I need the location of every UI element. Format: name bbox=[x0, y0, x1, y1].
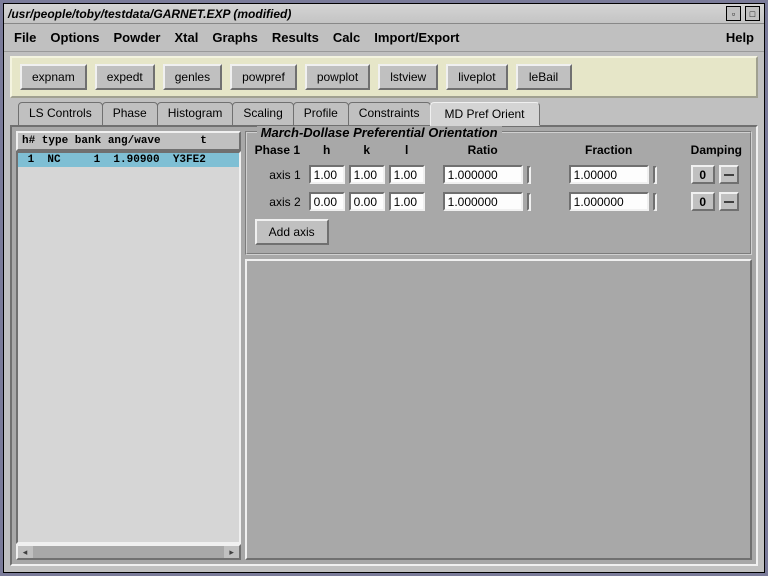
tab-scaling[interactable]: Scaling bbox=[232, 102, 293, 126]
lstview-button[interactable]: lstview bbox=[378, 64, 438, 90]
lebail-button[interactable]: leBail bbox=[516, 64, 572, 90]
hdr-damping: Damping bbox=[691, 143, 742, 157]
content-area: h# type bank ang/wave t 1 NC 1 1.90900 Y… bbox=[10, 125, 758, 566]
axis2-damp-value: 0 bbox=[691, 192, 715, 211]
window-title: /usr/people/toby/testdata/GARNET.EXP (mo… bbox=[8, 7, 722, 21]
axis1-fraction-checkbox[interactable] bbox=[653, 166, 657, 184]
minimize-icon[interactable]: ▫ bbox=[726, 6, 741, 21]
axis1-damp-button[interactable] bbox=[719, 165, 739, 184]
axis2-label: axis 2 bbox=[255, 195, 305, 209]
titlebar[interactable]: /usr/people/toby/testdata/GARNET.EXP (mo… bbox=[4, 4, 764, 24]
genles-button[interactable]: genles bbox=[163, 64, 222, 90]
empty-panel bbox=[245, 259, 752, 560]
axis1-h-input[interactable] bbox=[309, 165, 345, 184]
axis2-ratio-checkbox[interactable] bbox=[527, 193, 531, 211]
hdr-k: k bbox=[349, 143, 385, 157]
axis-row-1: axis 1 0 bbox=[255, 165, 742, 184]
groupbox-title: March-Dollase Preferential Orientation bbox=[257, 125, 502, 140]
axis2-l-input[interactable] bbox=[389, 192, 425, 211]
axis2-damp-button[interactable] bbox=[719, 192, 739, 211]
tab-lscontrols[interactable]: LS Controls bbox=[18, 102, 103, 126]
add-axis-button[interactable]: Add axis bbox=[255, 219, 329, 245]
menu-powder[interactable]: Powder bbox=[114, 30, 161, 45]
scroll-left-icon[interactable]: ◂ bbox=[18, 546, 32, 558]
menu-help[interactable]: Help bbox=[726, 30, 754, 45]
axis1-damp-value: 0 bbox=[691, 165, 715, 184]
tab-constraints[interactable]: Constraints bbox=[348, 102, 431, 126]
table-body[interactable]: 1 NC 1 1.90900 Y3FE2 bbox=[16, 151, 241, 544]
axis-row-2: axis 2 0 bbox=[255, 192, 742, 211]
axis2-fraction-input[interactable] bbox=[569, 192, 649, 211]
axis2-ratio-input[interactable] bbox=[443, 192, 523, 211]
powpref-button[interactable]: powpref bbox=[230, 64, 297, 90]
menubar: File Options Powder Xtal Graphs Results … bbox=[4, 24, 764, 52]
expnam-button[interactable]: expnam bbox=[20, 64, 87, 90]
menu-results[interactable]: Results bbox=[272, 30, 319, 45]
axis1-label: axis 1 bbox=[255, 168, 305, 182]
grid-header: Phase 1 h k l Ratio Fraction Damping bbox=[255, 143, 742, 157]
hdr-ratio: Ratio bbox=[443, 143, 523, 157]
tab-profile[interactable]: Profile bbox=[293, 102, 349, 126]
hdr-h: h bbox=[309, 143, 345, 157]
powplot-button[interactable]: powplot bbox=[305, 64, 370, 90]
table-row[interactable]: 1 NC 1 1.90900 Y3FE2 bbox=[18, 153, 239, 167]
tab-mdpreforient[interactable]: MD Pref Orient bbox=[430, 102, 540, 126]
maximize-icon[interactable]: □ bbox=[745, 6, 760, 21]
axis1-k-input[interactable] bbox=[349, 165, 385, 184]
right-panel: March-Dollase Preferential Orientation P… bbox=[245, 131, 752, 560]
histogram-panel: h# type bank ang/wave t 1 NC 1 1.90900 Y… bbox=[16, 131, 241, 560]
menu-file[interactable]: File bbox=[14, 30, 36, 45]
expedt-button[interactable]: expedt bbox=[95, 64, 155, 90]
tab-histogram[interactable]: Histogram bbox=[157, 102, 234, 126]
scroll-right-icon[interactable]: ▸ bbox=[225, 546, 239, 558]
main-window: /usr/people/toby/testdata/GARNET.EXP (mo… bbox=[3, 3, 765, 573]
table-header: h# type bank ang/wave t bbox=[16, 131, 241, 151]
hdr-fraction: Fraction bbox=[569, 143, 649, 157]
tab-row: LS Controls Phase Histogram Scaling Prof… bbox=[18, 102, 758, 126]
axis2-fraction-checkbox[interactable] bbox=[653, 193, 657, 211]
horizontal-scrollbar[interactable]: ◂ ▸ bbox=[16, 544, 241, 560]
tab-phase[interactable]: Phase bbox=[102, 102, 158, 126]
axis1-ratio-checkbox[interactable] bbox=[527, 166, 531, 184]
hdr-phase: Phase 1 bbox=[255, 143, 305, 157]
axis1-ratio-input[interactable] bbox=[443, 165, 523, 184]
menu-graphs[interactable]: Graphs bbox=[212, 30, 258, 45]
axis1-l-input[interactable] bbox=[389, 165, 425, 184]
menu-options[interactable]: Options bbox=[50, 30, 99, 45]
hdr-l: l bbox=[389, 143, 425, 157]
axis2-k-input[interactable] bbox=[349, 192, 385, 211]
md-groupbox: March-Dollase Preferential Orientation P… bbox=[245, 131, 752, 255]
axis2-h-input[interactable] bbox=[309, 192, 345, 211]
axis1-fraction-input[interactable] bbox=[569, 165, 649, 184]
menu-import[interactable]: Import/Export bbox=[374, 30, 459, 45]
menu-calc[interactable]: Calc bbox=[333, 30, 360, 45]
toolbar: expnam expedt genles powpref powplot lst… bbox=[10, 56, 758, 98]
scroll-track[interactable] bbox=[33, 546, 224, 558]
menu-xtal[interactable]: Xtal bbox=[174, 30, 198, 45]
liveplot-button[interactable]: liveplot bbox=[446, 64, 507, 90]
